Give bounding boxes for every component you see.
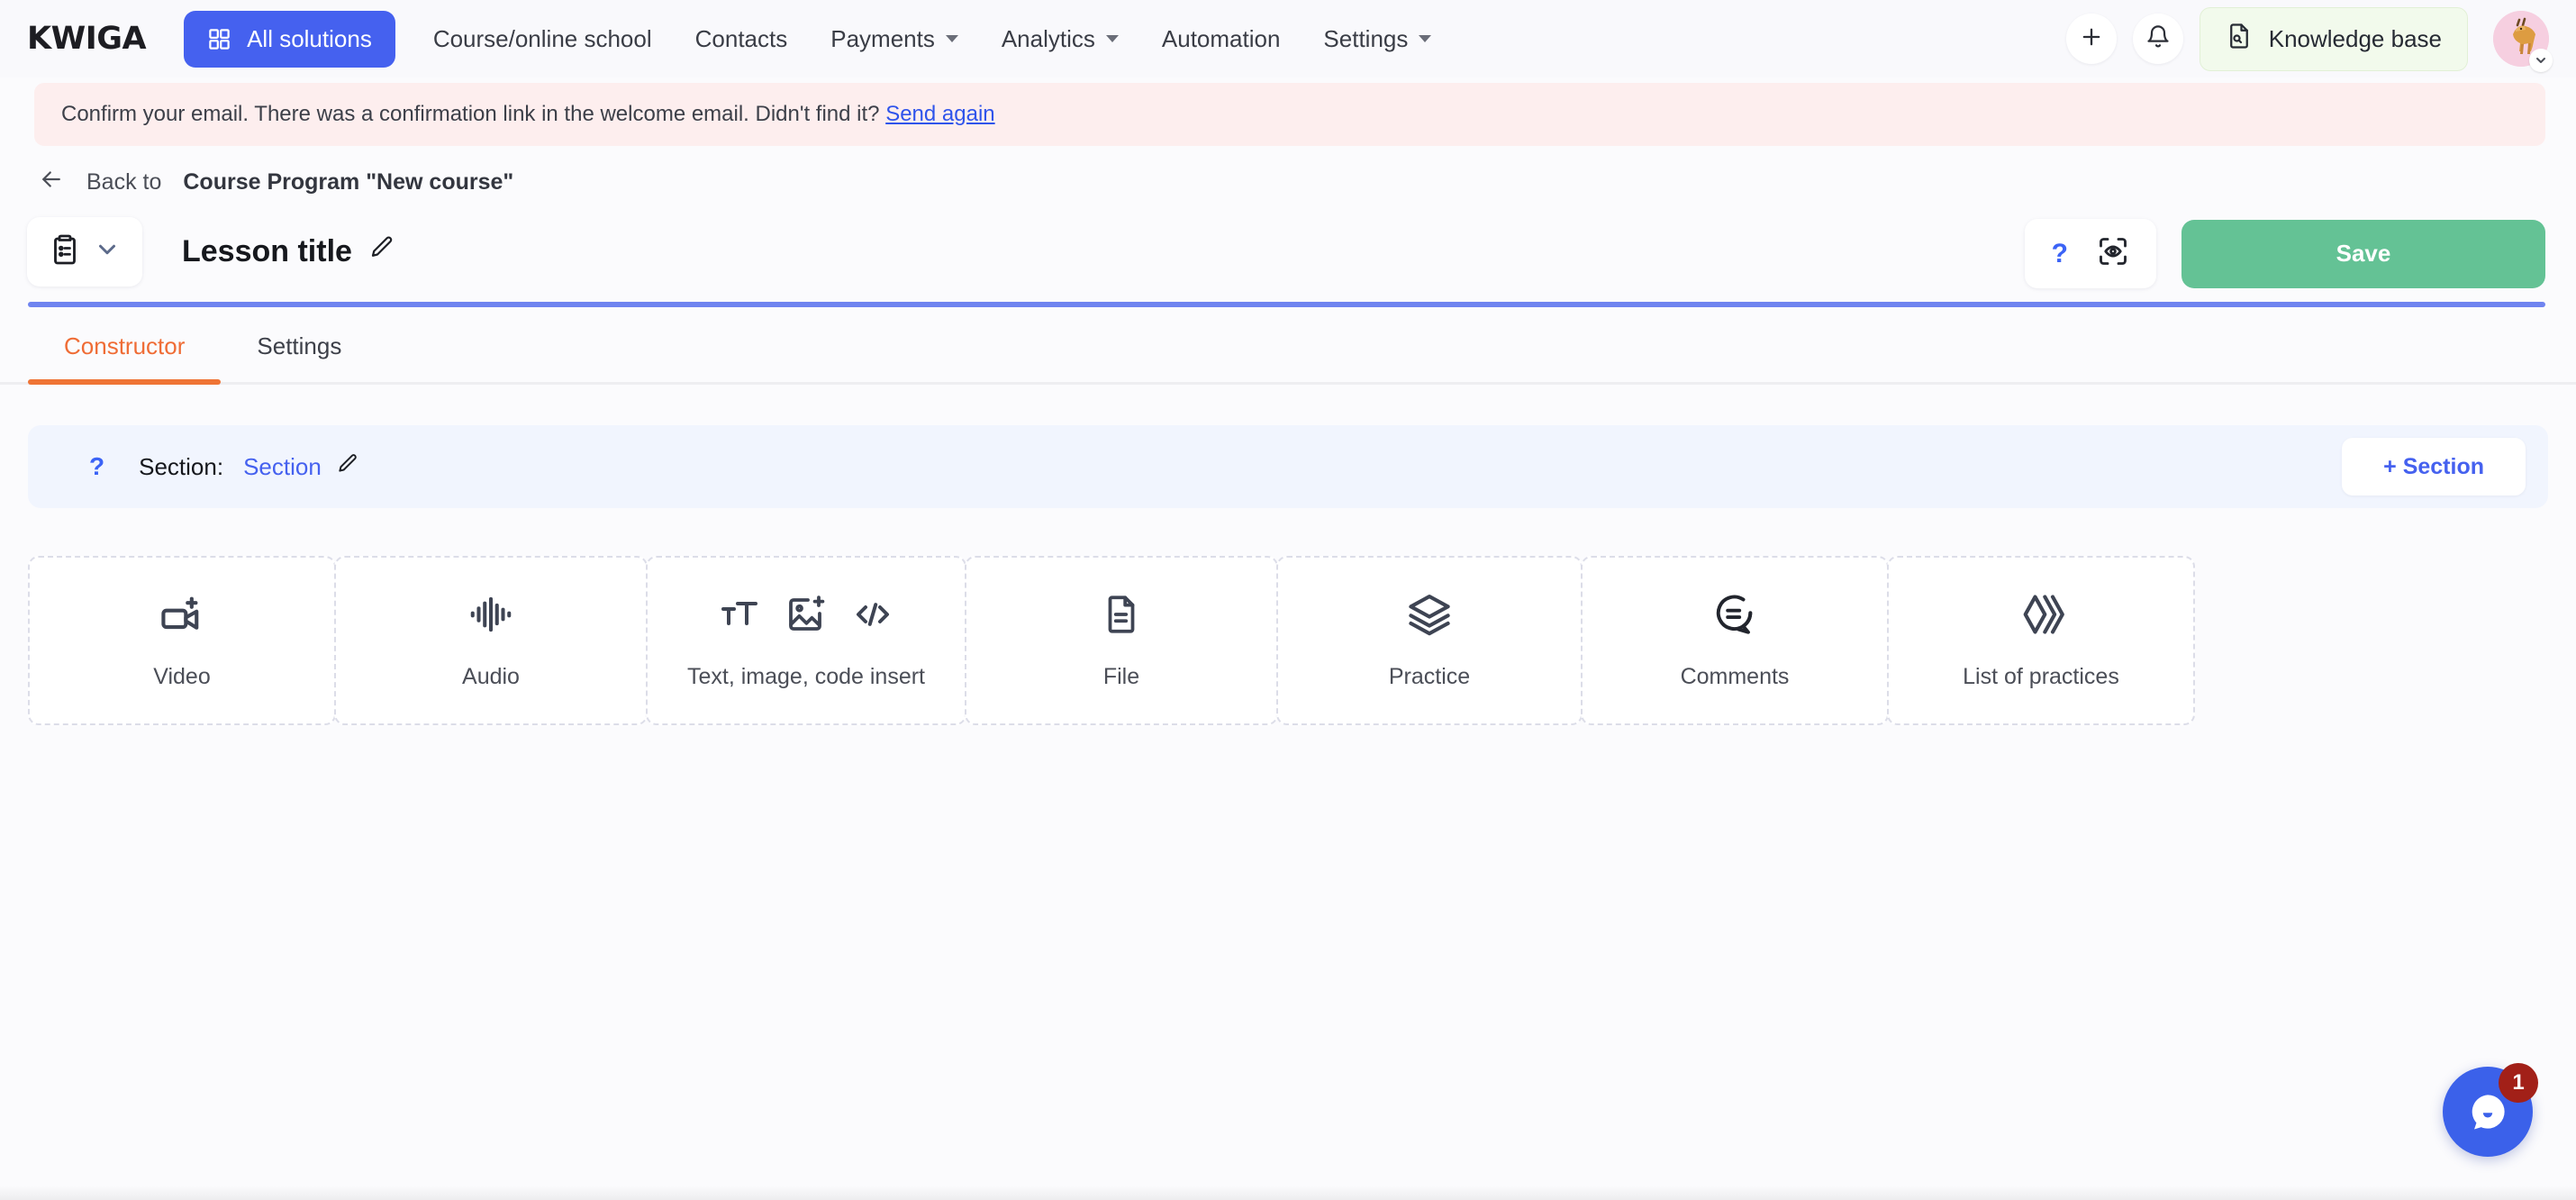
nav-item-label: Settings: [1323, 24, 1409, 52]
help-preview-group: ?: [2024, 219, 2156, 288]
nav-item-analytics[interactable]: Analytics: [980, 13, 1140, 66]
block-label: Practice: [1388, 663, 1471, 689]
lesson-title-text: Lesson title: [182, 233, 352, 268]
breadcrumb-prefix: Back to: [86, 169, 162, 195]
email-confirmation-banner: Confirm your email. There was a confirma…: [34, 83, 2545, 146]
help-button[interactable]: ?: [2052, 239, 2068, 269]
tab-label: Settings: [257, 332, 342, 359]
block-palette: Video Audio Text, image, code insert Fil…: [28, 556, 2548, 725]
nav-item-label: Course/online school: [432, 24, 652, 52]
chevrons-diamond-icon: [2018, 591, 2064, 642]
knowledge-base-label: Knowledge base: [2268, 24, 2442, 52]
nav-item-label: Analytics: [1001, 24, 1095, 52]
navbar-right-actions: Knowledge base: [2065, 0, 2553, 77]
nav-all-solutions[interactable]: All solutions: [184, 10, 395, 68]
knowledge-base-button[interactable]: Knowledge base: [2199, 6, 2468, 71]
block-icons: [1099, 590, 1144, 644]
block-label: Audio: [462, 663, 520, 689]
block-card-list-of-practices[interactable]: List of practices: [1887, 556, 2195, 725]
block-icons: [467, 590, 515, 644]
lesson-type-select[interactable]: [27, 216, 142, 286]
page-title: Lesson title: [182, 234, 395, 269]
breadcrumb-target: Course Program "New course": [183, 169, 514, 195]
block-icons: [159, 590, 205, 644]
top-navbar: KWIGA All solutions Course/online school…: [0, 0, 2576, 77]
nav-all-solutions-label: All solutions: [247, 24, 372, 52]
preview-eye-icon[interactable]: [2097, 235, 2129, 272]
nav-item-label: Payments: [830, 24, 935, 52]
code-brackets-icon: [851, 593, 894, 641]
file-lines-icon: [1099, 592, 1144, 641]
lesson-header: Lesson title ? Save: [0, 208, 2576, 302]
section-help-button[interactable]: ?: [89, 452, 104, 481]
video-camera-plus-icon: [159, 591, 205, 642]
block-card-practice[interactable]: Practice: [1276, 556, 1583, 725]
nav-item-label: Automation: [1161, 24, 1281, 52]
section-name-text: Section: [243, 452, 322, 480]
tab-bar: Constructor Settings: [0, 307, 2576, 385]
text-size-icon: [718, 593, 761, 641]
block-icons: [2018, 590, 2064, 644]
document-search-icon: [2226, 23, 2253, 56]
nav-item-payments[interactable]: Payments: [809, 13, 980, 66]
audio-waveform-icon: [467, 590, 515, 643]
clipboard-list-icon: [49, 233, 81, 270]
nav-item-contacts[interactable]: Contacts: [674, 13, 810, 66]
tab-label: Constructor: [64, 332, 186, 359]
chevron-down-icon: [94, 236, 121, 268]
block-card-video[interactable]: Video: [28, 556, 336, 725]
tab-constructor[interactable]: Constructor: [28, 332, 222, 385]
comment-lines-icon: [1711, 591, 1758, 642]
block-card-comments[interactable]: Comments: [1581, 556, 1889, 725]
nav-item-label: Contacts: [694, 24, 788, 52]
brand-logo[interactable]: KWIGA: [27, 21, 147, 57]
save-button[interactable]: Save: [2181, 219, 2545, 288]
account-menu[interactable]: [2493, 11, 2553, 72]
nav-item-settings[interactable]: Settings: [1302, 13, 1453, 66]
block-card-file[interactable]: File: [965, 556, 1278, 725]
block-label: File: [1102, 663, 1140, 689]
plus-icon: [2079, 24, 2104, 54]
nav-item-course-online-school[interactable]: Course/online school: [412, 13, 674, 66]
bell-icon: [2145, 24, 2171, 54]
chevron-down-icon: [1105, 35, 1119, 42]
image-plus-icon: [785, 593, 828, 641]
arrow-left-icon: [38, 166, 65, 199]
block-icons: [1711, 590, 1758, 644]
nav-links: Course/online school Contacts Payments A…: [412, 13, 1454, 66]
alert-text: Confirm your email. There was a confirma…: [61, 102, 880, 126]
lesson-header-actions: ? Save: [2024, 219, 2545, 288]
alert-container: Confirm your email. There was a confirma…: [0, 77, 2576, 146]
add-section-button[interactable]: + Section: [2342, 438, 2526, 495]
chat-widget[interactable]: 1: [2443, 1063, 2538, 1157]
block-label: Text, image, code insert: [686, 663, 925, 689]
pencil-icon[interactable]: [368, 234, 395, 269]
section-label: Section:: [139, 452, 224, 480]
chevron-down-icon: [945, 35, 958, 42]
chat-unread-badge: 1: [2499, 1063, 2538, 1103]
window-bottom-edge: [0, 1186, 2576, 1200]
nav-item-automation[interactable]: Automation: [1140, 13, 1302, 66]
block-card-text-image-code[interactable]: Text, image, code insert: [646, 556, 966, 725]
tab-settings[interactable]: Settings: [221, 332, 377, 382]
block-card-audio[interactable]: Audio: [334, 556, 648, 725]
notifications-button[interactable]: [2132, 14, 2183, 64]
section-name[interactable]: Section: [243, 452, 359, 482]
block-label: Comments: [1680, 663, 1790, 689]
breadcrumb[interactable]: Back to Course Program "New course": [0, 146, 2576, 208]
block-label: List of practices: [1963, 663, 2119, 689]
chevron-down-icon[interactable]: [2529, 49, 2553, 72]
block-icons: [718, 590, 894, 644]
section-bar: ? Section: Section + Section: [28, 425, 2548, 508]
block-icons: [1406, 590, 1453, 644]
add-button[interactable]: [2065, 14, 2117, 64]
pencil-icon[interactable]: [336, 452, 359, 482]
grid-icon: [207, 27, 231, 51]
send-again-link[interactable]: Send again: [885, 102, 994, 126]
block-label: Video: [153, 663, 211, 689]
layers-icon: [1406, 591, 1453, 642]
chevron-down-icon: [1419, 35, 1432, 42]
